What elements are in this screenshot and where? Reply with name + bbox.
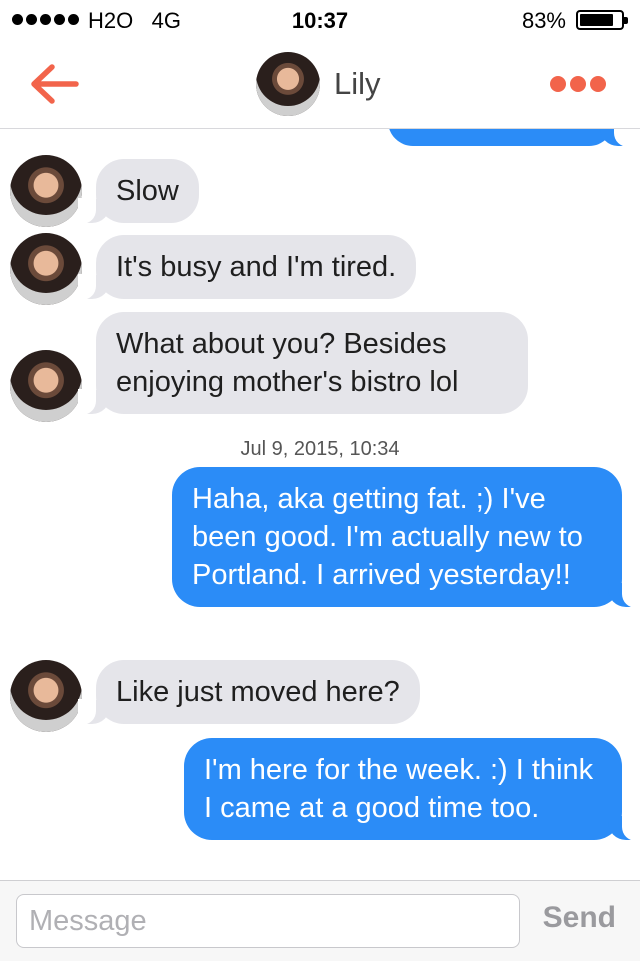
- message-composer: Send: [0, 880, 640, 961]
- more-options-icon[interactable]: [550, 76, 606, 92]
- contact-name: Lily: [334, 66, 381, 101]
- message-thread[interactable]: Slow It's busy and I'm tired. What about…: [0, 0, 640, 880]
- outgoing-message[interactable]: Haha, aka getting fat. ;) I've been good…: [172, 467, 640, 608]
- contact-avatar-small[interactable]: [10, 350, 82, 422]
- back-arrow-icon: [31, 64, 79, 104]
- chat-header: Lily: [0, 40, 640, 129]
- incoming-message[interactable]: It's busy and I'm tired.: [77, 235, 417, 300]
- incoming-message[interactable]: Like just moved here?: [78, 660, 420, 725]
- contact-avatar-small[interactable]: [10, 233, 82, 305]
- contact-avatar-small[interactable]: [10, 155, 82, 227]
- incoming-message[interactable]: Slow: [78, 159, 199, 224]
- contact-avatar-small[interactable]: [10, 660, 82, 732]
- send-button[interactable]: Send: [543, 901, 616, 935]
- back-button[interactable]: [28, 62, 80, 106]
- contact-info[interactable]: Lily: [256, 52, 381, 116]
- message-timestamp: Jul 9, 2015, 10:34: [240, 438, 400, 460]
- contact-avatar[interactable]: [256, 52, 320, 116]
- message-input[interactable]: [16, 894, 520, 948]
- incoming-message[interactable]: What about you? Besides enjoying mother'…: [78, 312, 528, 415]
- outgoing-message[interactable]: I'm here for the week. :) I think I came…: [184, 738, 640, 841]
